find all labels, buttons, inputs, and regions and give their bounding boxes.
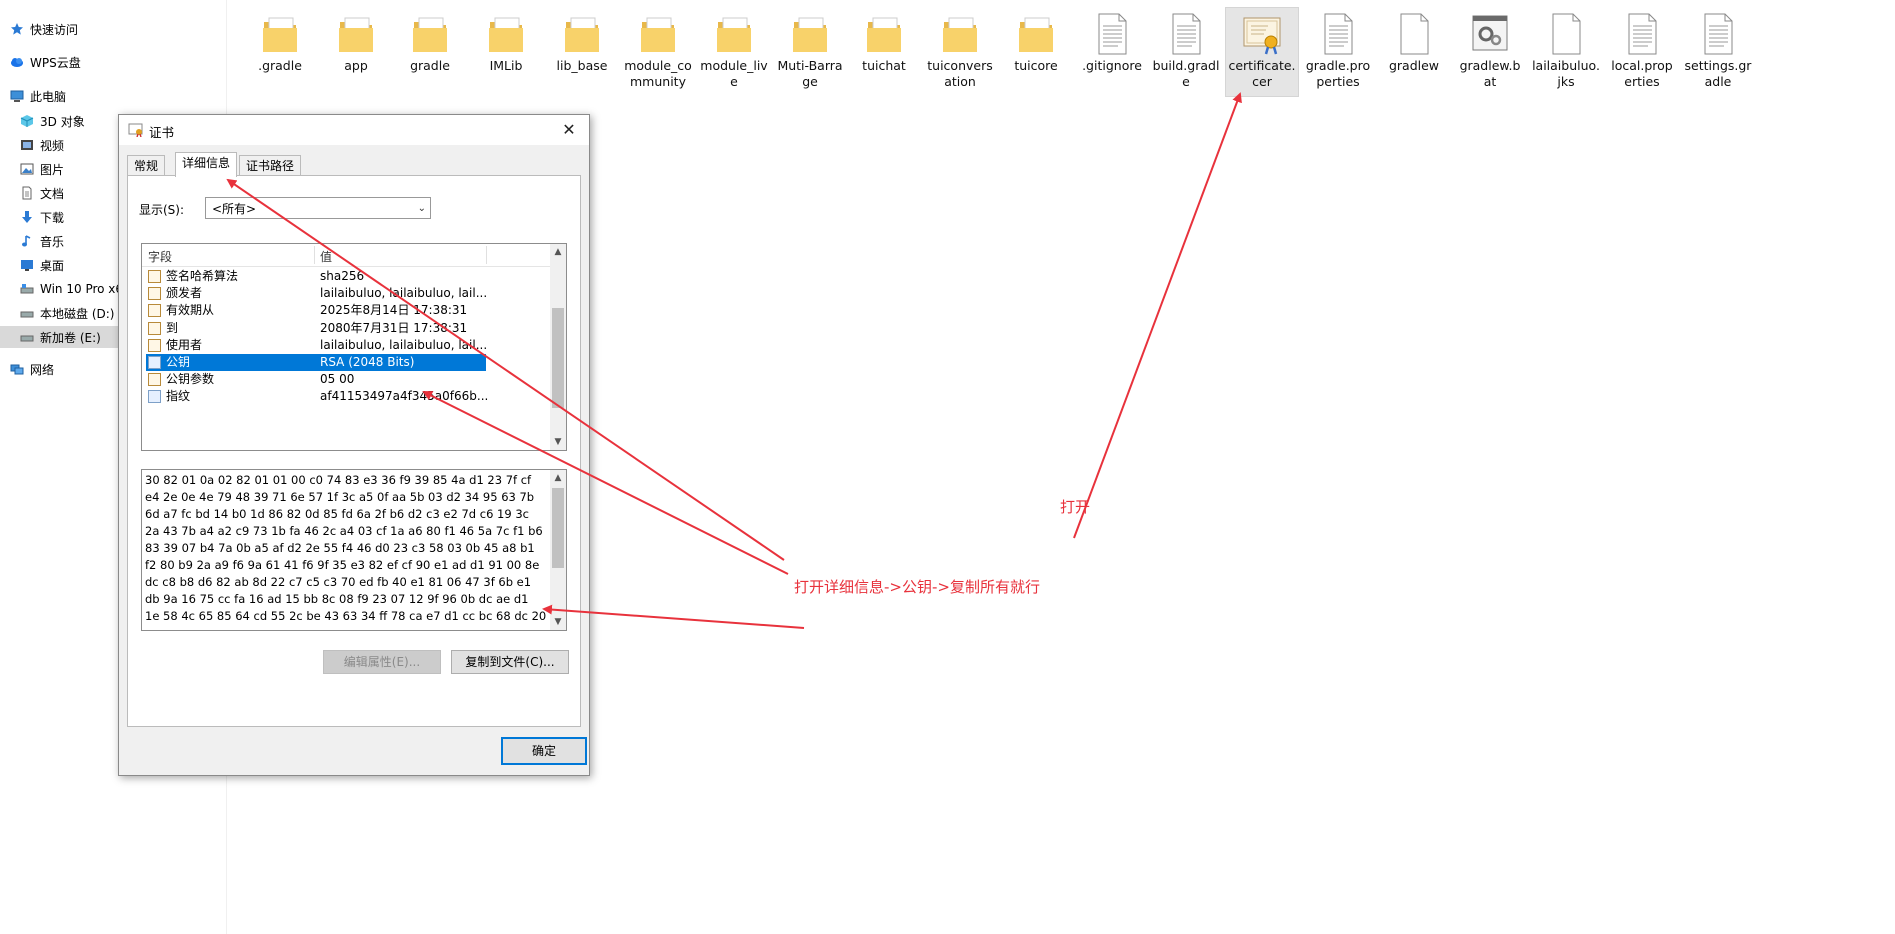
annotation-open: 打开 (1060, 498, 1091, 516)
annotation-instruction: 打开详细信息->公钥->复制所有就行 (794, 578, 1040, 596)
arrow-to-hex-box (542, 604, 805, 629)
annotation-arrows (226, 92, 1242, 629)
arrow-to-certificate (1073, 92, 1242, 539)
tab-details[interactable]: 详细信息 (175, 152, 238, 177)
arrow-to-details-tab (226, 178, 785, 561)
arrow-to-public-key (422, 391, 789, 575)
